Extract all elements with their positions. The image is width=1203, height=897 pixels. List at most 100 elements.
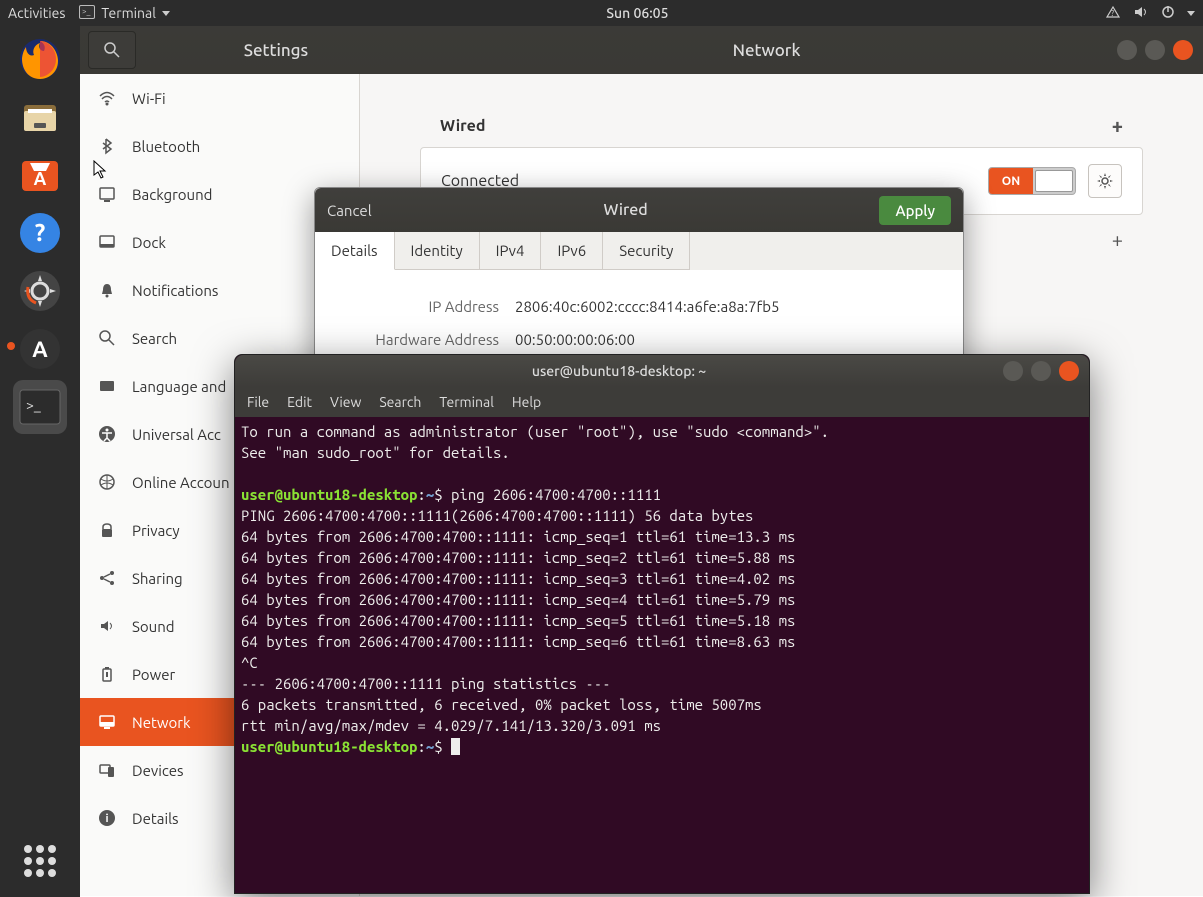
detail-value: 00:50:00:00:06:00 — [515, 331, 635, 348]
wired-dialog: Cancel Wired Apply DetailsIdentityIPv4IP… — [314, 187, 964, 377]
dock-software[interactable]: A — [13, 148, 67, 202]
sidebar-item-label: Bluetooth — [132, 138, 200, 155]
sidebar-item-label: Notifications — [132, 282, 218, 299]
power-icon — [98, 665, 116, 683]
chevron-down-icon — [162, 11, 170, 16]
power-icon[interactable] — [1161, 5, 1175, 22]
sidebar-item-label: Search — [132, 330, 177, 347]
wired-tabs: DetailsIdentityIPv4IPv6Security — [315, 232, 963, 270]
settings-title-sidebar: Settings — [136, 41, 416, 60]
language-icon — [98, 377, 116, 395]
menu-edit[interactable]: Edit — [287, 394, 312, 410]
wired-toggle[interactable]: ON — [988, 167, 1076, 195]
detail-row: Hardware Address 00:50:00:00:06:00 — [339, 323, 939, 356]
background-icon — [98, 185, 116, 203]
share-icon — [98, 569, 116, 587]
sidebar-item-label: Network — [132, 714, 191, 731]
detail-label: IP Address — [339, 298, 499, 315]
detail-value: 2806:40c:6002:cccc:8414:a6fe:a8a:7fb5 — [515, 298, 779, 315]
sidebar-item-label: Sound — [132, 618, 175, 635]
svg-text:>_: >_ — [26, 397, 41, 413]
sidebar-item-label: Wi-Fi — [132, 90, 166, 107]
svg-text:?: ? — [35, 219, 46, 246]
devices-icon — [98, 761, 116, 779]
menu-search[interactable]: Search — [379, 394, 421, 410]
sidebar-item-label: Universal Acc — [132, 426, 221, 443]
dock-terminal[interactable]: >_ — [13, 380, 67, 434]
dock-settings[interactable] — [13, 264, 67, 318]
tab-ipv6[interactable]: IPv6 — [541, 232, 603, 270]
sidebar-item-label: Privacy — [132, 522, 180, 539]
dock-badge-icon — [7, 342, 15, 350]
dock-firefox[interactable] — [13, 32, 67, 86]
network-status-icon[interactable]: ? — [1105, 5, 1121, 22]
privacy-icon — [98, 521, 116, 539]
sound-icon — [98, 617, 116, 635]
tab-ipv4[interactable]: IPv4 — [480, 232, 542, 270]
bluetooth-icon — [98, 137, 116, 155]
detail-row: IP Address 2806:40c:6002:cccc:8414:a6fe:a… — [339, 290, 939, 323]
activities-button[interactable]: Activities — [8, 5, 65, 21]
settings-title-panel: Network — [416, 41, 1117, 60]
dock-show-apps[interactable] — [16, 837, 64, 885]
svg-text:A: A — [34, 169, 47, 189]
minimize-button[interactable] — [1117, 40, 1137, 60]
settings-titlebar: Settings Network — [80, 26, 1203, 74]
toggle-on-label: ON — [989, 168, 1033, 194]
svg-text:A: A — [32, 337, 48, 362]
menu-terminal[interactable]: Terminal — [439, 394, 494, 410]
tab-security[interactable]: Security — [603, 232, 690, 270]
dock-help[interactable]: ? — [13, 206, 67, 260]
sidebar-item-label: Devices — [132, 762, 184, 779]
gear-icon — [1096, 172, 1114, 190]
terminal-body[interactable]: To run a command as administrator (user … — [235, 417, 1089, 893]
terminal-minimize-button[interactable] — [1003, 361, 1023, 381]
cancel-button[interactable]: Cancel — [327, 202, 372, 219]
maximize-button[interactable] — [1145, 40, 1165, 60]
sidebar-item-label: Power — [132, 666, 175, 683]
terminal-window: user@ubuntu18-desktop: ~ FileEditViewSea… — [234, 354, 1090, 894]
app-indicator[interactable]: >_ Terminal — [79, 5, 170, 22]
dock: A ? A >_ — [0, 26, 80, 897]
sidebar-item-bluetooth[interactable]: Bluetooth — [80, 122, 359, 170]
sidebar-item-wifi[interactable]: Wi-Fi — [80, 74, 359, 122]
wired-settings-button[interactable] — [1088, 164, 1122, 198]
detail-label: Hardware Address — [339, 331, 499, 348]
accessibility-icon — [98, 425, 116, 443]
wifi-icon — [98, 89, 116, 107]
dock-files[interactable] — [13, 90, 67, 144]
sidebar-item-label: Details — [132, 810, 179, 827]
toggle-knob — [1035, 170, 1073, 192]
dock-icon — [98, 233, 116, 251]
tab-identity[interactable]: Identity — [395, 232, 480, 270]
dock-updater[interactable]: A — [13, 322, 67, 376]
network-icon — [98, 713, 116, 731]
menu-view[interactable]: View — [330, 394, 361, 410]
tab-details[interactable]: Details — [315, 232, 395, 270]
system-menu-chevron-icon[interactable] — [1187, 11, 1195, 16]
top-panel: Activities >_ Terminal Sun 06:05 ? — [0, 0, 1203, 26]
vpn-add-button[interactable]: + — [1112, 228, 1123, 251]
wired-dialog-header: Cancel Wired Apply — [315, 188, 963, 232]
wired-section-label: Wired — [440, 117, 485, 135]
svg-text:>_: >_ — [82, 7, 91, 16]
sidebar-item-label: Online Accoun — [132, 474, 230, 491]
wired-add-button[interactable]: + — [1112, 114, 1123, 137]
settings-search-button[interactable] — [88, 31, 136, 69]
menu-help[interactable]: Help — [512, 394, 541, 410]
wired-dialog-title: Wired — [372, 201, 880, 219]
sidebar-item-label: Language and — [132, 378, 226, 395]
close-button[interactable] — [1173, 40, 1193, 60]
apply-button[interactable]: Apply — [879, 196, 951, 225]
clock[interactable]: Sun 06:05 — [170, 5, 1105, 21]
search-icon — [104, 42, 120, 58]
sidebar-item-label: Background — [132, 186, 212, 203]
terminal-menubar: File Edit View Search Terminal Help — [235, 387, 1089, 417]
terminal-maximize-button[interactable] — [1031, 361, 1051, 381]
volume-icon[interactable] — [1133, 5, 1149, 22]
search-icon — [98, 329, 116, 347]
menu-file[interactable]: File — [247, 394, 269, 410]
svg-text:?: ? — [1111, 9, 1114, 18]
svg-text:i: i — [105, 813, 108, 825]
terminal-close-button[interactable] — [1059, 361, 1079, 381]
